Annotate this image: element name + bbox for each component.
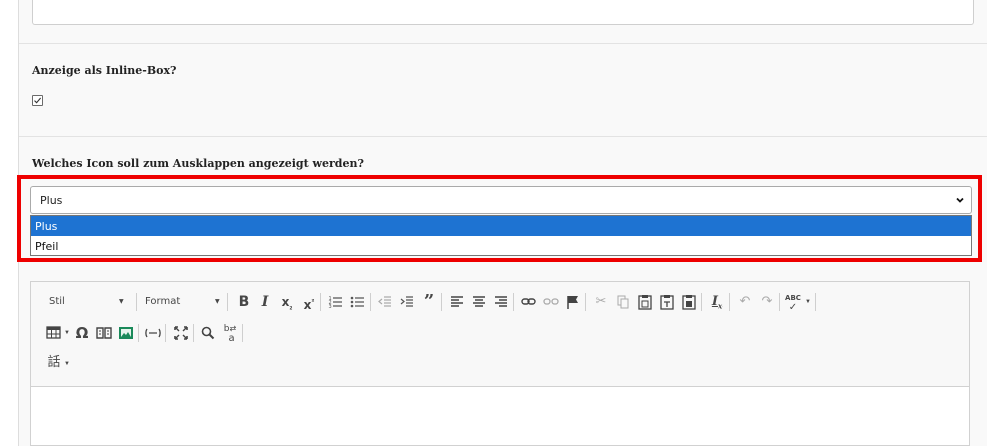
icon-select-label: Welches Icon soll zum Ausklappen angezei… <box>32 157 364 170</box>
separator <box>136 293 137 311</box>
separator <box>138 324 139 342</box>
paste-icon[interactable] <box>636 293 654 311</box>
table-icon[interactable] <box>45 324 63 342</box>
separator <box>729 293 730 311</box>
superscript-icon[interactable]: x² <box>300 293 318 312</box>
separator <box>193 324 194 342</box>
copy-icon[interactable] <box>614 293 632 311</box>
numbered-list-icon[interactable]: 123 <box>327 293 345 311</box>
link-icon[interactable] <box>520 293 538 311</box>
find-icon[interactable] <box>199 324 217 342</box>
separator <box>320 293 321 311</box>
editor-toolbar: Stil ▼ Format ▼ B I x₂ x² 123 ” ✂ Ix ↶ ↷… <box>31 282 969 387</box>
anchor-icon[interactable] <box>564 293 582 311</box>
spellcheck-icon[interactable]: ABC ✓ <box>784 293 802 313</box>
bold-icon[interactable]: B <box>235 293 253 311</box>
highlight-box <box>17 175 982 262</box>
align-left-icon[interactable] <box>448 293 466 311</box>
image-icon[interactable] <box>117 324 135 342</box>
remove-format-icon[interactable]: Ix <box>708 293 726 311</box>
align-center-icon[interactable] <box>470 293 488 311</box>
maximize-icon[interactable] <box>172 324 190 342</box>
checkmark-icon <box>34 97 42 104</box>
separator <box>242 324 243 342</box>
dropdown-arrow-icon: ▼ <box>64 330 70 336</box>
subscript-icon[interactable]: x₂ <box>278 293 296 311</box>
format-combo[interactable]: Format ▼ <box>145 292 227 312</box>
rich-text-editor[interactable]: Stil ▼ Format ▼ B I x₂ x² 123 ” ✂ Ix ↶ ↷… <box>30 281 970 446</box>
separator <box>513 293 514 311</box>
svg-text:3: 3 <box>329 304 332 310</box>
separator <box>585 293 586 311</box>
replace-icon[interactable]: b⇄ a <box>221 324 239 344</box>
redo-icon[interactable]: ↷ <box>758 293 776 311</box>
inline-box-checkbox[interactable] <box>32 95 43 106</box>
style-combo[interactable]: Stil ▼ <box>49 292 137 312</box>
editor-content-area[interactable] <box>31 387 969 445</box>
inline-box-label: Anzeige als Inline-Box? <box>32 64 177 77</box>
dropdown-arrow-icon: ▼ <box>119 298 124 305</box>
separator <box>227 293 228 311</box>
blockquote-icon[interactable]: ” <box>420 293 438 311</box>
separator <box>165 324 166 342</box>
italic-icon[interactable]: I <box>256 293 274 311</box>
paste-text-icon[interactable] <box>658 293 676 311</box>
paste-word-icon[interactable] <box>680 293 698 311</box>
outdent-icon[interactable] <box>376 293 394 311</box>
separator <box>815 293 816 311</box>
dropdown-arrow-icon: ▼ <box>64 361 70 367</box>
separator <box>441 293 442 311</box>
cut-icon[interactable]: ✂ <box>592 293 610 311</box>
horizontal-line-icon[interactable] <box>144 324 162 342</box>
dropdown-arrow-icon: ▼ <box>215 298 220 305</box>
language-icon[interactable]: 話 <box>45 354 63 372</box>
unlink-icon[interactable] <box>542 293 560 311</box>
indent-icon[interactable] <box>398 293 416 311</box>
separator <box>370 293 371 311</box>
divider <box>19 136 987 137</box>
dropdown-arrow-icon: ▼ <box>805 299 811 305</box>
undo-icon[interactable]: ↶ <box>736 293 754 311</box>
separator <box>779 293 780 311</box>
previous-text-field[interactable] <box>32 0 974 25</box>
special-char-icon[interactable]: Ω <box>73 324 91 342</box>
align-right-icon[interactable] <box>492 293 510 311</box>
divider <box>19 43 987 44</box>
bulleted-list-icon[interactable] <box>349 293 367 311</box>
templates-icon[interactable] <box>95 324 113 342</box>
separator <box>701 293 702 311</box>
